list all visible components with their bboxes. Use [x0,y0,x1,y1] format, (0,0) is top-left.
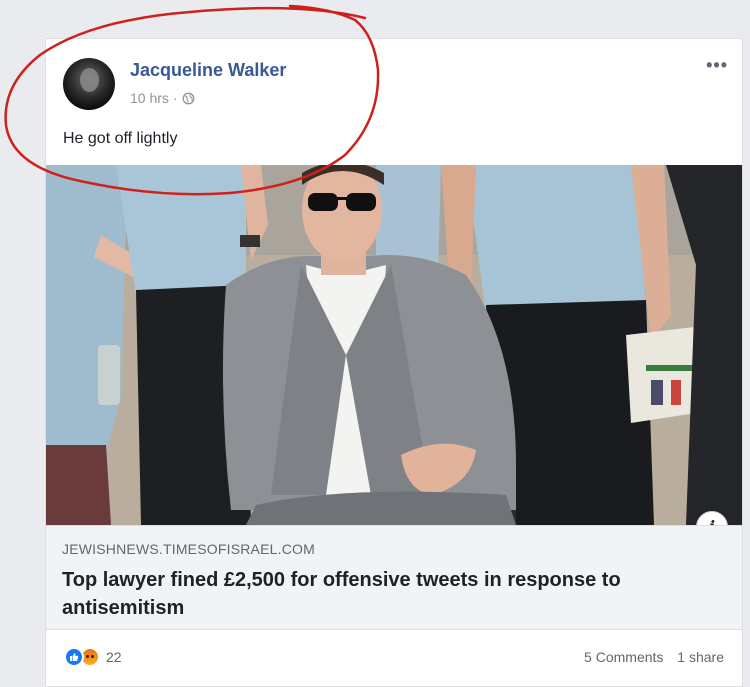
like-icon [64,647,84,667]
screenshot-frame: Jacqueline Walker 10 hrs · ••• He got of… [0,0,750,687]
meta-separator: · [172,90,178,106]
link-preview-image[interactable] [46,165,742,525]
link-domain: JEWISHNEWS.TIMESOFISRAEL.COM [62,541,315,557]
link-headline[interactable]: Top lawyer fined £2,500 for offensive tw… [62,566,712,622]
author-avatar[interactable] [63,58,115,110]
avatar-face [80,68,99,92]
post-footer: 22 5 Comments 1 share [46,630,742,686]
globe-icon [182,92,195,104]
reaction-summary[interactable]: 22 [64,647,122,667]
facebook-post-card: Jacqueline Walker 10 hrs · ••• He got of… [45,38,743,687]
thumbs-up-glyph [70,653,79,661]
author-name[interactable]: Jacqueline Walker [130,60,286,81]
comments-count-link[interactable]: 5 Comments [584,649,663,665]
reaction-count[interactable]: 22 [106,649,122,665]
more-options-button[interactable]: ••• [706,55,728,76]
post-text: He got off lightly [63,130,178,147]
post-timestamp[interactable]: 10 hrs [130,90,169,106]
post-meta: 10 hrs · [130,90,195,106]
shares-count-link[interactable]: 1 share [677,649,724,665]
photo-illustration [46,165,742,525]
link-preview-caption[interactable]: JEWISHNEWS.TIMESOFISRAEL.COM Top lawyer … [46,525,742,630]
engagement-counts: 5 Comments 1 share [584,649,724,665]
